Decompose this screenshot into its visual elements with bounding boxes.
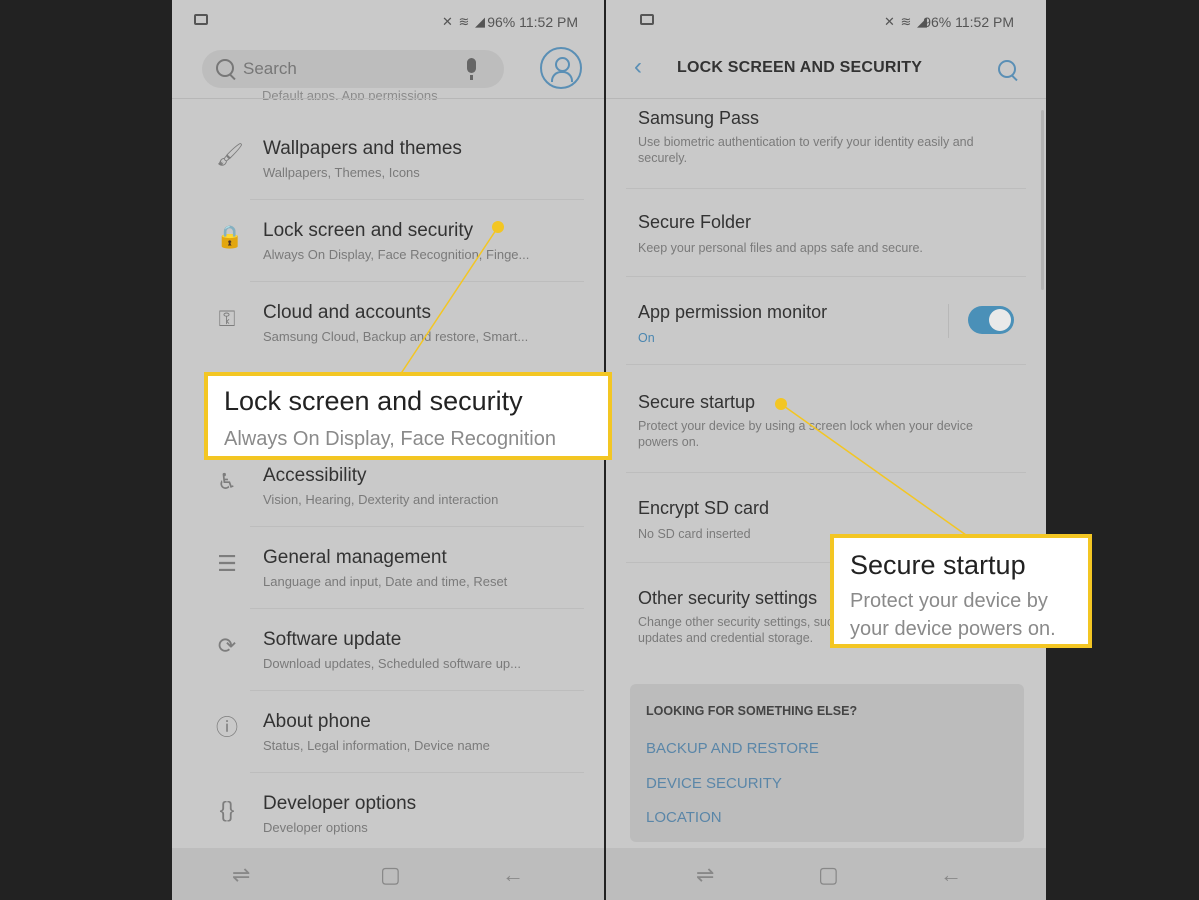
callout-subtitle-line-2: your device powers on. xyxy=(850,618,1056,640)
lock-screen-callout: Lock screen and security Always On Displ… xyxy=(204,372,612,460)
secure-startup-callout: Secure startup Protect your device by yo… xyxy=(830,534,1092,648)
right-callout-dot xyxy=(775,398,787,410)
left-leader-line xyxy=(397,226,499,379)
callout-subtitle: Always On Display, Face Recognition xyxy=(224,428,556,450)
callout-subtitle-line-1: Protect your device by xyxy=(850,590,1048,612)
left-callout-dot xyxy=(492,221,504,233)
right-leader-line xyxy=(780,403,967,536)
callout-title: Lock screen and security xyxy=(224,386,523,416)
callout-title: Secure startup xyxy=(850,550,1026,580)
